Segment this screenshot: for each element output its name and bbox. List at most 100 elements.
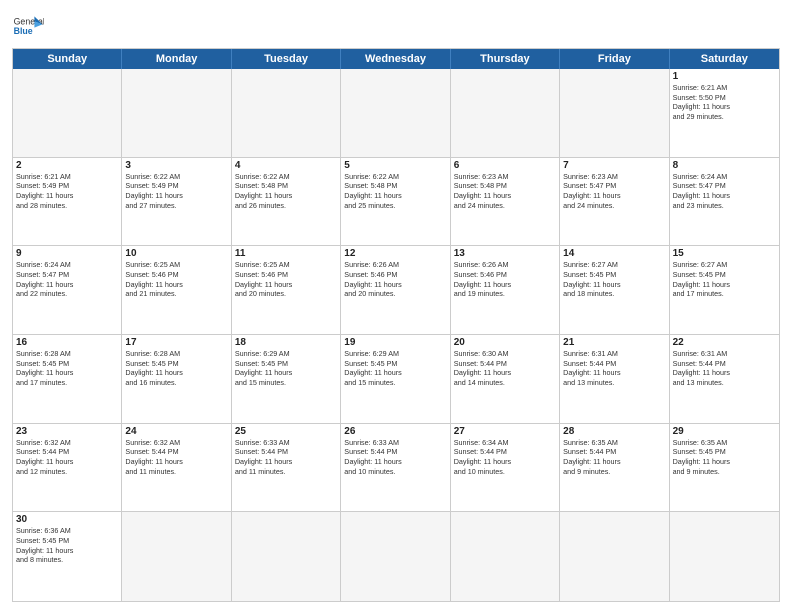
cell-day-number: 28 [563,426,665,437]
cell-info: Sunrise: 6:33 AM Sunset: 5:44 PM Dayligh… [235,438,337,477]
cell-info: Sunrise: 6:29 AM Sunset: 5:45 PM Dayligh… [235,349,337,388]
day-header-saturday: Saturday [670,49,779,69]
calendar-cell: 22Sunrise: 6:31 AM Sunset: 5:44 PM Dayli… [670,335,779,423]
cell-info: Sunrise: 6:23 AM Sunset: 5:48 PM Dayligh… [454,172,556,211]
calendar-cell [232,69,341,157]
calendar-cell: 20Sunrise: 6:30 AM Sunset: 5:44 PM Dayli… [451,335,560,423]
calendar-row-5: 30Sunrise: 6:36 AM Sunset: 5:45 PM Dayli… [13,512,779,601]
cell-day-number: 3 [125,160,227,171]
cell-day-number: 27 [454,426,556,437]
cell-info: Sunrise: 6:30 AM Sunset: 5:44 PM Dayligh… [454,349,556,388]
cell-day-number: 18 [235,337,337,348]
calendar-cell: 26Sunrise: 6:33 AM Sunset: 5:44 PM Dayli… [341,424,450,512]
calendar-cell: 5Sunrise: 6:22 AM Sunset: 5:48 PM Daylig… [341,158,450,246]
calendar-cell [451,512,560,601]
calendar-cell: 24Sunrise: 6:32 AM Sunset: 5:44 PM Dayli… [122,424,231,512]
calendar-cell: 29Sunrise: 6:35 AM Sunset: 5:45 PM Dayli… [670,424,779,512]
calendar-cell: 9Sunrise: 6:24 AM Sunset: 5:47 PM Daylig… [13,246,122,334]
calendar-cell: 16Sunrise: 6:28 AM Sunset: 5:45 PM Dayli… [13,335,122,423]
day-headers: SundayMondayTuesdayWednesdayThursdayFrid… [13,49,779,69]
day-header-monday: Monday [122,49,231,69]
cell-info: Sunrise: 6:31 AM Sunset: 5:44 PM Dayligh… [673,349,776,388]
cell-info: Sunrise: 6:34 AM Sunset: 5:44 PM Dayligh… [454,438,556,477]
calendar-row-4: 23Sunrise: 6:32 AM Sunset: 5:44 PM Dayli… [13,424,779,513]
cell-info: Sunrise: 6:27 AM Sunset: 5:45 PM Dayligh… [673,260,776,299]
cell-info: Sunrise: 6:27 AM Sunset: 5:45 PM Dayligh… [563,260,665,299]
logo-icon: General Blue [12,10,44,42]
calendar-cell: 13Sunrise: 6:26 AM Sunset: 5:46 PM Dayli… [451,246,560,334]
calendar-cell: 18Sunrise: 6:29 AM Sunset: 5:45 PM Dayli… [232,335,341,423]
calendar-cell: 3Sunrise: 6:22 AM Sunset: 5:49 PM Daylig… [122,158,231,246]
cell-info: Sunrise: 6:23 AM Sunset: 5:47 PM Dayligh… [563,172,665,211]
cell-day-number: 23 [16,426,118,437]
cell-day-number: 16 [16,337,118,348]
calendar-cell: 2Sunrise: 6:21 AM Sunset: 5:49 PM Daylig… [13,158,122,246]
cell-day-number: 9 [16,248,118,259]
cell-info: Sunrise: 6:25 AM Sunset: 5:46 PM Dayligh… [125,260,227,299]
cell-info: Sunrise: 6:33 AM Sunset: 5:44 PM Dayligh… [344,438,446,477]
cell-day-number: 6 [454,160,556,171]
calendar-cell: 10Sunrise: 6:25 AM Sunset: 5:46 PM Dayli… [122,246,231,334]
cell-day-number: 7 [563,160,665,171]
calendar-cell: 8Sunrise: 6:24 AM Sunset: 5:47 PM Daylig… [670,158,779,246]
cell-day-number: 15 [673,248,776,259]
day-header-friday: Friday [560,49,669,69]
calendar-cell: 28Sunrise: 6:35 AM Sunset: 5:44 PM Dayli… [560,424,669,512]
calendar-cell: 25Sunrise: 6:33 AM Sunset: 5:44 PM Dayli… [232,424,341,512]
cell-day-number: 10 [125,248,227,259]
cell-day-number: 11 [235,248,337,259]
calendar-row-3: 16Sunrise: 6:28 AM Sunset: 5:45 PM Dayli… [13,335,779,424]
calendar-cell: 30Sunrise: 6:36 AM Sunset: 5:45 PM Dayli… [13,512,122,601]
cell-day-number: 24 [125,426,227,437]
svg-text:Blue: Blue [14,26,33,36]
cell-day-number: 5 [344,160,446,171]
calendar-cell: 6Sunrise: 6:23 AM Sunset: 5:48 PM Daylig… [451,158,560,246]
cell-info: Sunrise: 6:25 AM Sunset: 5:46 PM Dayligh… [235,260,337,299]
cell-day-number: 20 [454,337,556,348]
page: General Blue SundayMondayTuesdayWednesda… [0,0,792,612]
cell-day-number: 14 [563,248,665,259]
calendar-cell [122,69,231,157]
cell-info: Sunrise: 6:35 AM Sunset: 5:45 PM Dayligh… [673,438,776,477]
header: General Blue [12,10,780,42]
cell-info: Sunrise: 6:29 AM Sunset: 5:45 PM Dayligh… [344,349,446,388]
cell-day-number: 21 [563,337,665,348]
calendar-grid: 1Sunrise: 6:21 AM Sunset: 5:50 PM Daylig… [13,69,779,601]
cell-day-number: 4 [235,160,337,171]
calendar-cell [451,69,560,157]
cell-day-number: 19 [344,337,446,348]
calendar-row-0: 1Sunrise: 6:21 AM Sunset: 5:50 PM Daylig… [13,69,779,158]
cell-day-number: 30 [16,514,118,525]
cell-info: Sunrise: 6:28 AM Sunset: 5:45 PM Dayligh… [125,349,227,388]
calendar-cell: 11Sunrise: 6:25 AM Sunset: 5:46 PM Dayli… [232,246,341,334]
calendar: SundayMondayTuesdayWednesdayThursdayFrid… [12,48,780,602]
calendar-cell: 1Sunrise: 6:21 AM Sunset: 5:50 PM Daylig… [670,69,779,157]
cell-info: Sunrise: 6:24 AM Sunset: 5:47 PM Dayligh… [673,172,776,211]
day-header-wednesday: Wednesday [341,49,450,69]
calendar-cell: 14Sunrise: 6:27 AM Sunset: 5:45 PM Dayli… [560,246,669,334]
calendar-cell: 4Sunrise: 6:22 AM Sunset: 5:48 PM Daylig… [232,158,341,246]
calendar-row-1: 2Sunrise: 6:21 AM Sunset: 5:49 PM Daylig… [13,158,779,247]
cell-day-number: 13 [454,248,556,259]
calendar-cell: 15Sunrise: 6:27 AM Sunset: 5:45 PM Dayli… [670,246,779,334]
calendar-cell [670,512,779,601]
cell-info: Sunrise: 6:22 AM Sunset: 5:48 PM Dayligh… [344,172,446,211]
cell-info: Sunrise: 6:21 AM Sunset: 5:50 PM Dayligh… [673,83,776,122]
cell-day-number: 1 [673,71,776,82]
cell-info: Sunrise: 6:28 AM Sunset: 5:45 PM Dayligh… [16,349,118,388]
cell-day-number: 22 [673,337,776,348]
calendar-cell [560,512,669,601]
cell-info: Sunrise: 6:32 AM Sunset: 5:44 PM Dayligh… [125,438,227,477]
calendar-cell: 17Sunrise: 6:28 AM Sunset: 5:45 PM Dayli… [122,335,231,423]
logo: General Blue [12,10,44,42]
cell-info: Sunrise: 6:26 AM Sunset: 5:46 PM Dayligh… [454,260,556,299]
cell-day-number: 12 [344,248,446,259]
cell-info: Sunrise: 6:24 AM Sunset: 5:47 PM Dayligh… [16,260,118,299]
calendar-cell: 12Sunrise: 6:26 AM Sunset: 5:46 PM Dayli… [341,246,450,334]
calendar-row-2: 9Sunrise: 6:24 AM Sunset: 5:47 PM Daylig… [13,246,779,335]
day-header-thursday: Thursday [451,49,560,69]
cell-day-number: 25 [235,426,337,437]
cell-info: Sunrise: 6:32 AM Sunset: 5:44 PM Dayligh… [16,438,118,477]
calendar-cell: 21Sunrise: 6:31 AM Sunset: 5:44 PM Dayli… [560,335,669,423]
cell-day-number: 17 [125,337,227,348]
